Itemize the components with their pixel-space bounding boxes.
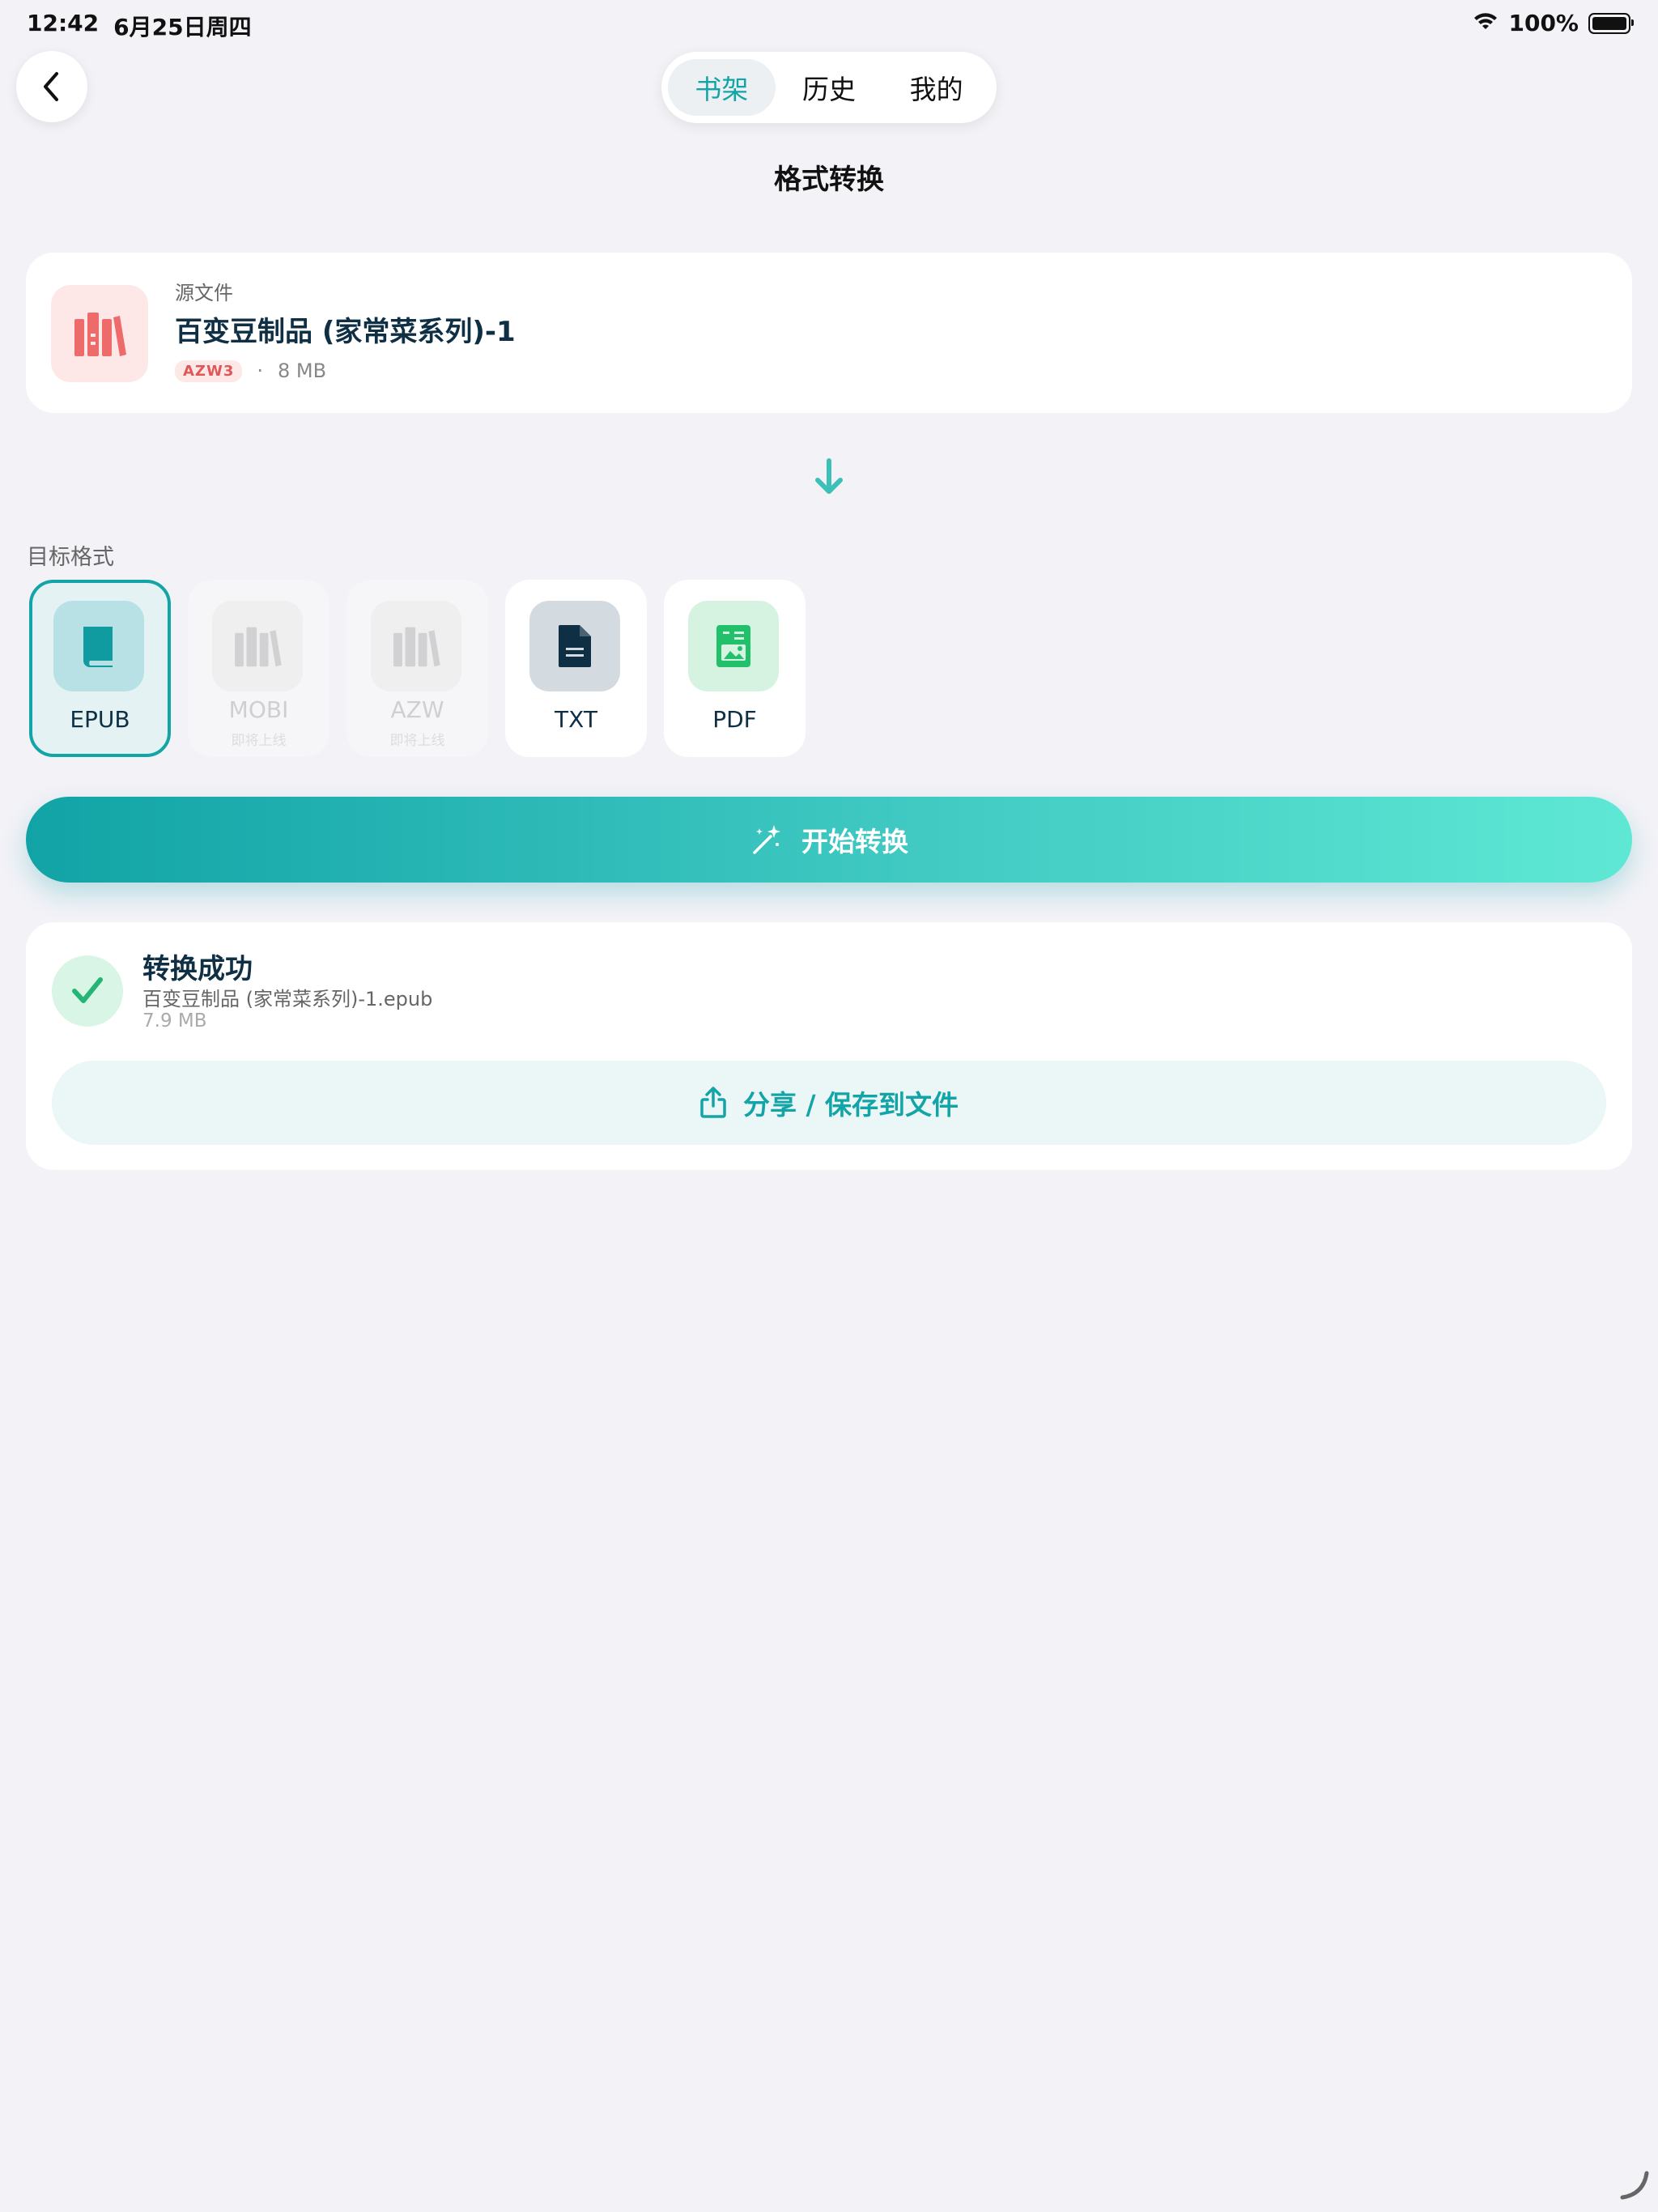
wifi-icon <box>1473 10 1499 36</box>
source-file-size: 8 MB <box>278 359 327 382</box>
result-title: 转换成功 <box>142 953 253 985</box>
battery-icon <box>1588 12 1634 34</box>
epub-icon-box <box>53 601 144 691</box>
tab-history[interactable]: 历史 <box>776 59 883 116</box>
start-convert-label: 开始转换 <box>801 826 908 857</box>
battery-percentage: 100% <box>1508 10 1579 36</box>
page-title: 格式转换 <box>774 164 884 196</box>
source-file-card: 源文件 百变豆制品 (家常菜系列)-1 AZW3 · 8 MB <box>26 253 1632 413</box>
format-badge: AZW3 <box>175 359 243 382</box>
format-options: EPUB MOBI 即将上线 AZW 即将上线 TXT PDF <box>29 580 806 757</box>
books-icon <box>74 313 126 356</box>
pdf-icon-box <box>688 601 779 691</box>
azw-icon-box <box>371 601 461 691</box>
status-time: 12:42 <box>27 10 100 36</box>
status-bar-left: 12:42 6月25日周四 <box>27 10 252 42</box>
success-icon-circle <box>52 955 123 1027</box>
back-button[interactable] <box>16 51 87 122</box>
format-name: MOBI <box>228 696 289 723</box>
source-label: 源文件 <box>175 282 233 304</box>
status-bar-right: 100% <box>1473 10 1634 36</box>
magic-wand-icon <box>753 825 780 854</box>
checkmark-icon <box>72 977 103 1003</box>
format-option-pdf[interactable]: PDF <box>664 580 806 757</box>
source-file-name: 百变豆制品 (家常菜系列)-1 <box>175 316 516 348</box>
target-format-label: 目标格式 <box>27 545 114 570</box>
status-date: 6月25日周四 <box>113 14 252 40</box>
main-tabs: 书架 历史 我的 <box>661 52 997 123</box>
format-name: AZW <box>390 696 444 723</box>
start-convert-button[interactable]: 开始转换 <box>26 797 1632 883</box>
result-card: 转换成功 百变豆制品 (家常菜系列)-1.epub 7.9 MB 分享 / 保存… <box>26 922 1632 1170</box>
format-name: PDF <box>712 706 757 733</box>
coming-soon-label: 即将上线 <box>389 733 445 749</box>
tab-bookshelf[interactable]: 书架 <box>668 59 776 116</box>
txt-icon-box <box>529 601 620 691</box>
format-option-azw[interactable]: AZW 即将上线 <box>346 580 488 757</box>
arrow-down-icon <box>811 457 847 500</box>
source-file-meta: AZW3 · 8 MB <box>175 359 326 382</box>
chevron-left-icon <box>44 72 58 101</box>
source-file-icon-box <box>51 285 148 382</box>
book-icon <box>83 627 113 667</box>
document-icon <box>559 625 591 667</box>
coming-soon-label: 即将上线 <box>231 733 287 749</box>
format-option-mobi[interactable]: MOBI 即将上线 <box>188 580 329 757</box>
mobi-icon-box <box>212 601 303 691</box>
share-save-button[interactable]: 分享 / 保存到文件 <box>52 1061 1606 1145</box>
tab-mine[interactable]: 我的 <box>882 59 990 116</box>
result-file-size: 7.9 MB <box>142 1010 207 1032</box>
format-name: EPUB <box>70 706 130 733</box>
resize-handle-icon[interactable] <box>1618 2168 1650 2204</box>
share-save-label: 分享 / 保存到文件 <box>742 1089 959 1121</box>
share-icon <box>700 1087 726 1118</box>
books-icon <box>235 627 282 667</box>
format-name: TXT <box>555 706 597 733</box>
format-option-txt[interactable]: TXT <box>505 580 647 757</box>
format-option-epub[interactable]: EPUB <box>29 580 171 757</box>
pdf-icon <box>716 625 750 667</box>
books-icon <box>393 627 440 667</box>
result-file-name: 百变豆制品 (家常菜系列)-1.epub <box>142 988 433 1010</box>
meta-separator: · <box>257 359 264 382</box>
